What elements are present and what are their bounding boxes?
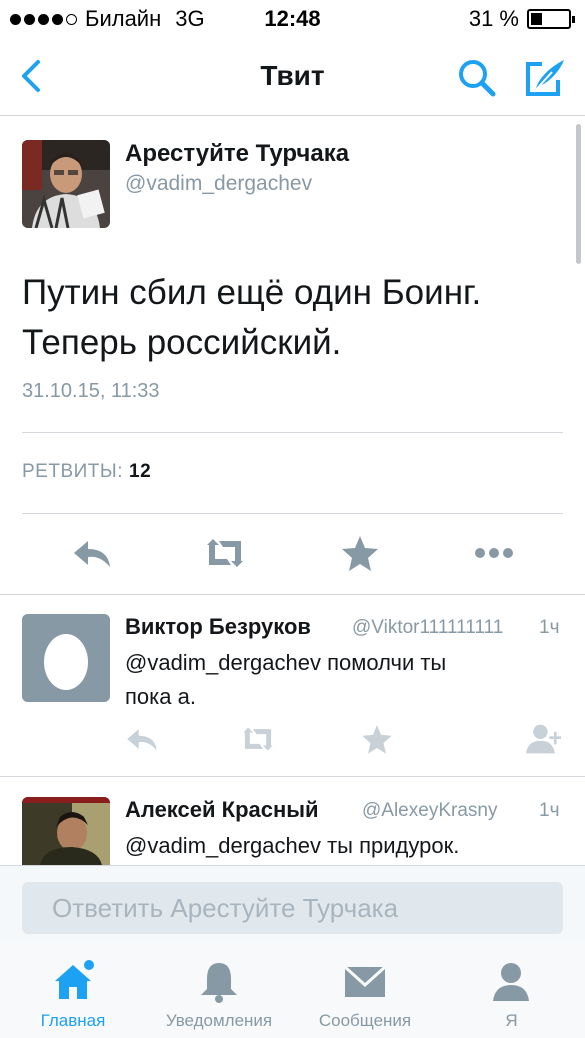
tab-label: Я bbox=[505, 1011, 518, 1030]
envelope-icon bbox=[343, 965, 387, 997]
author-photo bbox=[22, 140, 110, 228]
tweet-text: Путин сбил ещё один Боинг. Теперь россий… bbox=[22, 268, 562, 368]
divider bbox=[22, 513, 563, 514]
tab-me[interactable]: Я bbox=[438, 941, 585, 1038]
compose-icon bbox=[526, 60, 564, 96]
reply-icon bbox=[74, 541, 110, 567]
status-bar: Билайн 3G 12:48 31 % bbox=[0, 0, 585, 40]
reply-text: @vadim_dergachev ты придурок. bbox=[125, 829, 565, 863]
battery-icon bbox=[527, 9, 575, 29]
tab-label: Уведомления bbox=[165, 1011, 273, 1030]
author-handle[interactable]: @vadim_dergachev bbox=[125, 172, 312, 196]
reply-text-line: @vadim_dergachev ты придурок. bbox=[125, 833, 460, 858]
divider bbox=[0, 776, 585, 777]
compose-tweet-button[interactable] bbox=[522, 56, 568, 100]
add-user-icon bbox=[526, 724, 562, 754]
retweet-button[interactable] bbox=[240, 721, 276, 757]
tab-home[interactable]: Главная bbox=[0, 941, 146, 1038]
reply-author-handle[interactable]: @Viktor111111111 bbox=[352, 617, 503, 639]
reply-author-photo bbox=[22, 797, 110, 865]
reply-author-name[interactable]: Алексей Красный bbox=[125, 797, 319, 823]
battery-percent: 31 % bbox=[468, 6, 519, 31]
divider bbox=[0, 594, 585, 595]
reply-button[interactable] bbox=[70, 533, 114, 573]
retweet-icon bbox=[207, 539, 243, 567]
egg-avatar-icon bbox=[22, 614, 110, 702]
retweets-value: 12 bbox=[129, 461, 152, 482]
person-icon bbox=[493, 963, 529, 1001]
tweet-timestamp: 31.10.15, 11:33 bbox=[22, 380, 160, 402]
tab-label: Сообщения bbox=[318, 1011, 412, 1030]
reply-time: 1ч bbox=[539, 617, 560, 638]
reply-input[interactable] bbox=[22, 882, 563, 934]
retweet-count[interactable]: РЕТВИТЫ: 12 bbox=[22, 461, 151, 483]
scrollbar[interactable] bbox=[576, 124, 581, 264]
author-name[interactable]: Арестуйте Турчака bbox=[125, 140, 349, 168]
reply-text-line: @vadim_dergachev помолчи ты bbox=[125, 650, 447, 675]
tab-notifications[interactable]: Уведомления bbox=[146, 941, 292, 1038]
search-button[interactable] bbox=[455, 56, 499, 100]
reply-composer bbox=[0, 865, 585, 941]
reply-text: @vadim_dergachev помолчи ты пока а. bbox=[125, 646, 565, 714]
reply-author-handle[interactable]: @AlexeyKrasny bbox=[362, 800, 497, 822]
more-dots-icon bbox=[475, 548, 513, 558]
navigation-bar: Твит bbox=[0, 40, 585, 116]
star-icon bbox=[342, 536, 378, 571]
like-button[interactable] bbox=[338, 533, 382, 573]
home-icon bbox=[55, 960, 94, 999]
reply-text-line: пока а. bbox=[125, 684, 196, 709]
reply-author-name[interactable]: Виктор Безруков bbox=[125, 614, 311, 640]
tab-bar: Главная Уведомления Сообщения Я bbox=[0, 941, 585, 1038]
author-avatar[interactable] bbox=[22, 140, 110, 228]
retweets-label: РЕТВИТЫ: bbox=[22, 461, 123, 482]
search-icon bbox=[459, 60, 496, 97]
reply-icon bbox=[127, 729, 157, 751]
divider bbox=[22, 432, 563, 433]
tweet-text-line: Путин сбил ещё один Боинг. bbox=[22, 273, 482, 312]
more-button[interactable] bbox=[472, 533, 516, 573]
reply-avatar[interactable] bbox=[22, 614, 110, 702]
tweet-text-line: Теперь российский. bbox=[22, 323, 342, 362]
follow-button[interactable] bbox=[524, 721, 564, 757]
retweet-icon bbox=[243, 727, 273, 751]
star-icon bbox=[362, 725, 392, 754]
reply-time: 1ч bbox=[539, 800, 560, 821]
reply-avatar[interactable] bbox=[22, 797, 110, 865]
bell-icon bbox=[201, 963, 237, 1003]
tab-label: Главная bbox=[40, 1011, 106, 1030]
status-right: 31 % bbox=[468, 6, 575, 32]
reply-button[interactable] bbox=[124, 721, 160, 757]
like-button[interactable] bbox=[359, 721, 395, 757]
tab-messages[interactable]: Сообщения bbox=[292, 941, 438, 1038]
retweet-button[interactable] bbox=[203, 533, 247, 573]
